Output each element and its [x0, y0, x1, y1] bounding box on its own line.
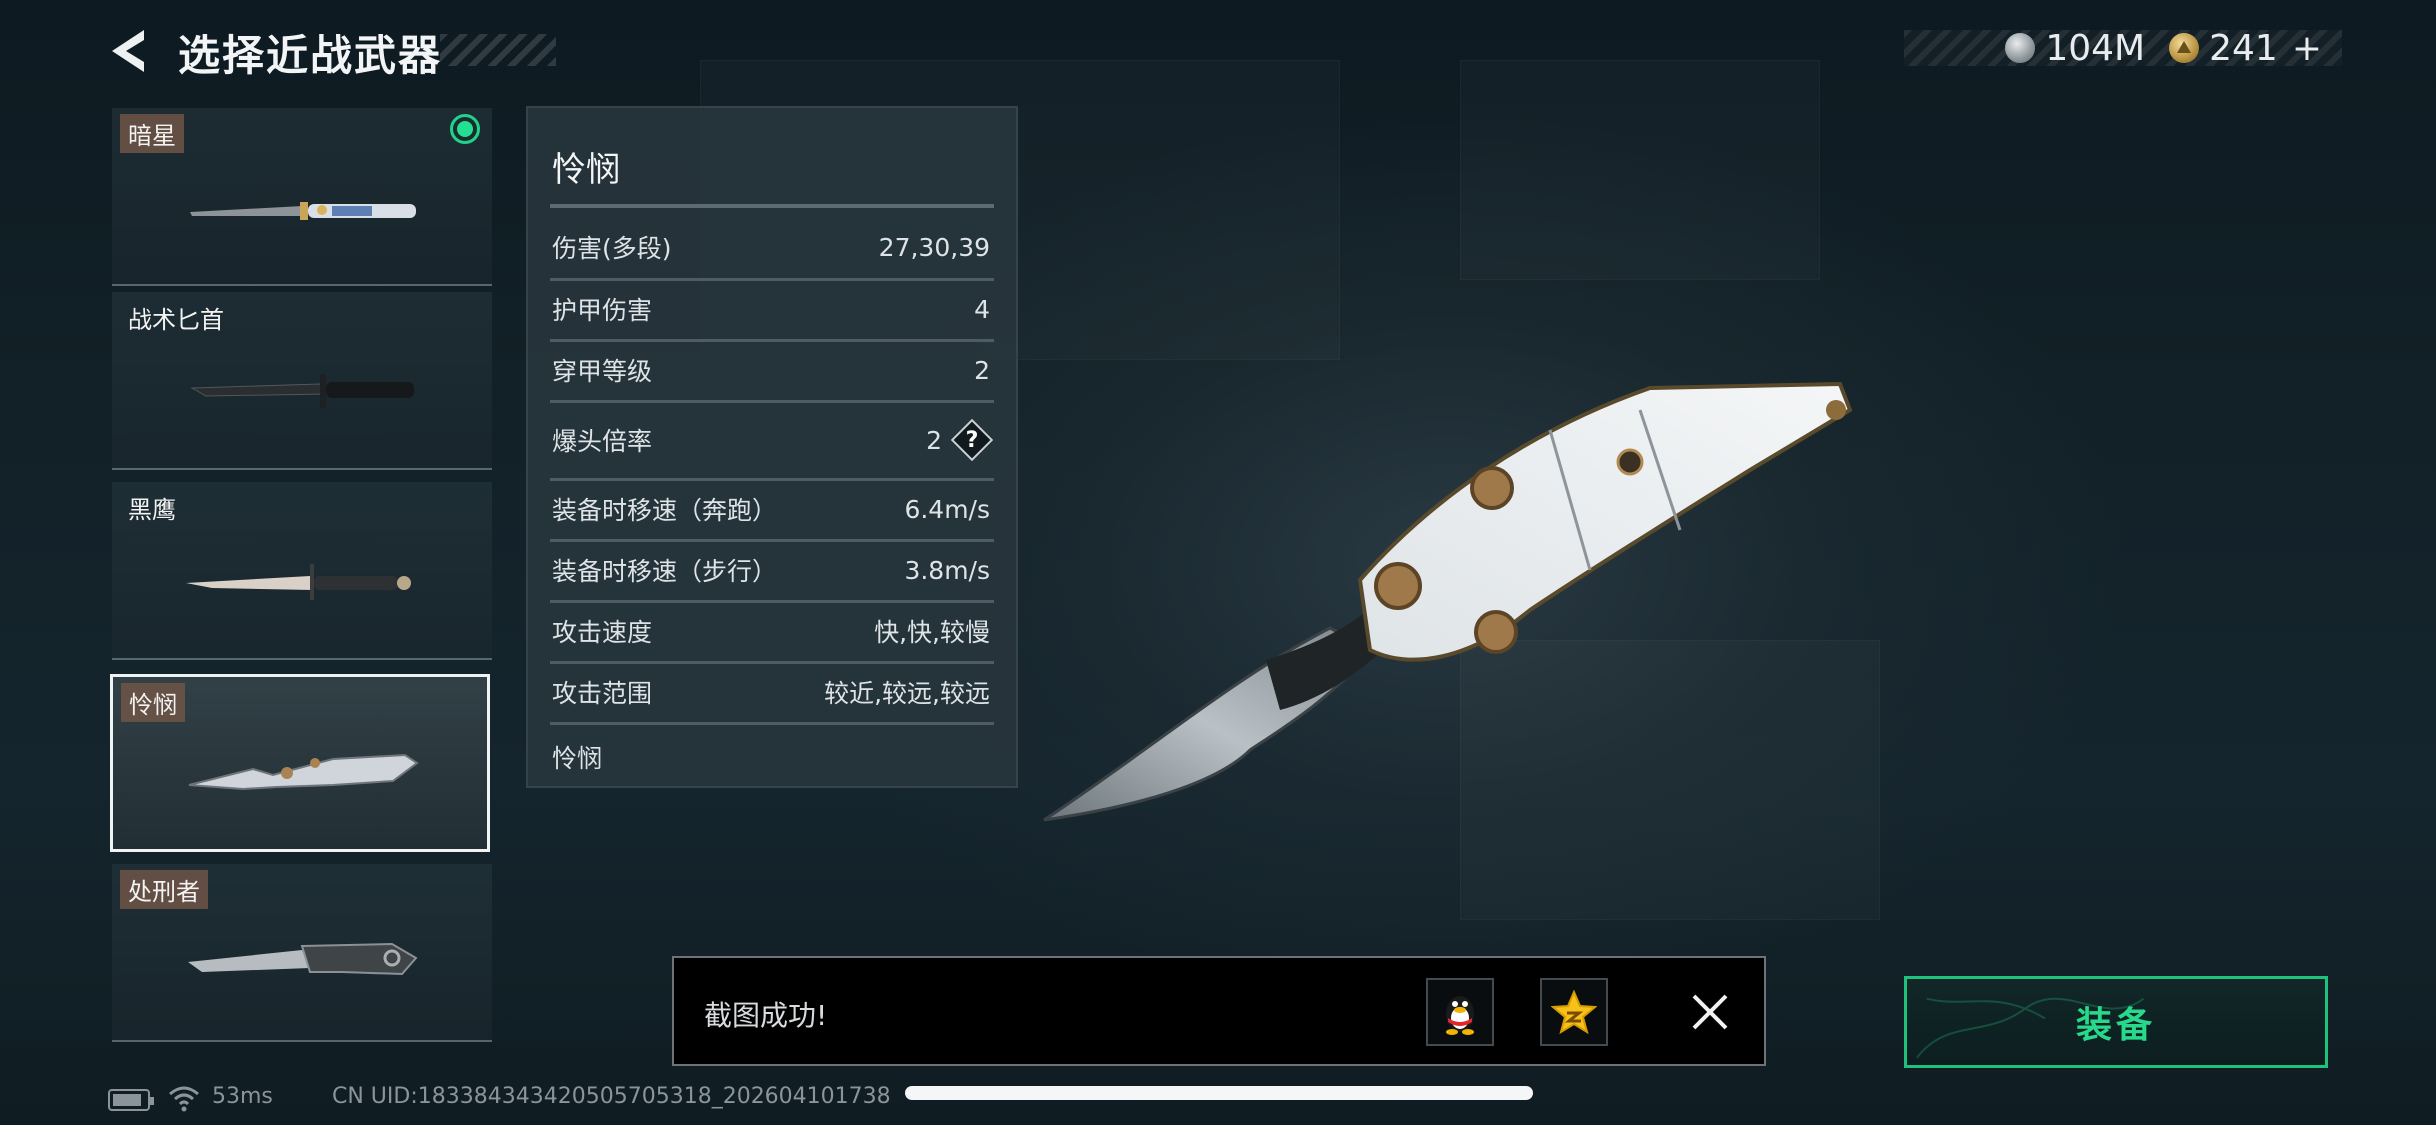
weapon-card-label: 怜悯: [121, 683, 185, 722]
background-panel: [1460, 60, 1820, 280]
weapon-card-tactical-dagger[interactable]: 战术匕首: [112, 292, 492, 470]
stat-row-walk-speed: 装备时移速（步行） 3.8m/s: [552, 549, 990, 591]
details-title: 怜悯: [552, 150, 620, 190]
back-button[interactable]: [108, 26, 152, 76]
divider: [550, 400, 994, 403]
weapon-card-anxing[interactable]: 暗星: [112, 108, 492, 286]
stat-row-damage: 伤害(多段) 27,30,39: [552, 226, 990, 268]
details-footer-text: 怜悯: [552, 744, 603, 773]
home-indicator[interactable]: [905, 1086, 1533, 1100]
stat-value: 2: [926, 425, 942, 455]
stat-value: 较近,较远,较远: [824, 679, 990, 708]
stat-label: 穿甲等级: [552, 357, 653, 386]
stat-label: 装备时移速（奔跑）: [552, 496, 778, 525]
divider: [550, 600, 994, 603]
stat-row-penetration: 穿甲等级 2: [552, 349, 990, 391]
stat-value: 27,30,39: [878, 232, 990, 262]
black-eagle-knife-icon: [186, 564, 411, 600]
stat-label: 攻击范围: [552, 679, 653, 708]
stat-value: 2: [974, 355, 990, 385]
details-footer: 怜悯: [552, 736, 990, 778]
stat-value: 快,快,较慢: [874, 618, 990, 647]
question-icon: ?: [965, 427, 979, 453]
qzone-star-icon: [1551, 989, 1597, 1035]
stat-label: 攻击速度: [552, 618, 653, 647]
share-qq-button[interactable]: [1426, 978, 1494, 1046]
weapon-card-mercy[interactable]: 怜悯: [110, 674, 490, 852]
stat-label: 护甲伤害: [552, 296, 653, 325]
stat-row-run-speed: 装备时移速（奔跑） 6.4m/s: [552, 488, 990, 530]
stat-value: 6.4m/s: [904, 494, 990, 524]
stat-row-attack-speed: 攻击速度 快,快,较慢: [552, 610, 990, 652]
stat-row-armor-damage: 护甲伤害 4: [552, 288, 990, 330]
weapon-card-label: 处刑者: [120, 870, 208, 909]
close-icon: [1692, 994, 1728, 1030]
weapon-card-label: 战术匕首: [128, 306, 224, 334]
gold-coin-icon: [2169, 33, 2200, 63]
equipped-indicator-icon: [450, 114, 480, 144]
divider: [550, 722, 994, 725]
user-uid: CN UID:183384343420505705318_20260410173…: [332, 1084, 891, 1109]
stat-row-attack-range: 攻击范围 较近,较远,较远: [552, 671, 990, 713]
stat-label: 装备时移速（步行）: [552, 557, 778, 586]
battery-icon: [108, 1089, 154, 1111]
weapon-card-label: 黑鹰: [128, 496, 176, 524]
divider: [550, 478, 994, 481]
wifi-icon: [169, 1086, 199, 1112]
weapon-card-black-eagle[interactable]: 黑鹰: [112, 482, 492, 660]
dagger-icon: [190, 202, 416, 220]
page-title: 选择近战武器: [178, 31, 443, 80]
qq-penguin-icon: [1446, 996, 1474, 1035]
toast-close-button[interactable]: [1684, 986, 1736, 1038]
divider: [550, 661, 994, 664]
stat-value: 4: [974, 294, 990, 324]
divider: [550, 204, 994, 208]
silver-coin-icon: [2005, 33, 2036, 63]
add-currency-button[interactable]: +: [2292, 28, 2322, 69]
weapon-card-executioner[interactable]: 处刑者: [112, 864, 492, 1042]
stat-label: 爆头倍率: [552, 427, 653, 456]
karambit-preview-icon: [1043, 381, 1853, 822]
gold-currency-value: 241: [2209, 27, 2278, 69]
executioner-knife-icon: [188, 942, 418, 976]
stat-value: 3.8m/s: [904, 555, 990, 585]
title-decoration: [440, 34, 556, 66]
back-arrow-icon: [112, 30, 144, 72]
divider: [550, 278, 994, 281]
currency-bar: 104M 241 +: [1904, 27, 2342, 69]
ping-value: 53ms: [212, 1084, 273, 1109]
equip-button-label: 装备: [2075, 1005, 2156, 1046]
divider: [550, 539, 994, 542]
karambit-icon: [188, 753, 419, 791]
weapon-card-label: 暗星: [120, 114, 184, 153]
screenshot-toast: 截图成功!: [672, 956, 1766, 1066]
share-qzone-button[interactable]: [1540, 978, 1608, 1046]
combat-knife-icon: [190, 374, 414, 408]
equip-button[interactable]: 装备: [1904, 976, 2328, 1068]
stat-row-headshot-multiplier: 爆头倍率 2 ?: [552, 410, 990, 470]
help-button[interactable]: ?: [954, 422, 990, 458]
toast-message: 截图成功!: [704, 999, 828, 1032]
divider: [550, 339, 994, 342]
silver-currency-value: 104M: [2045, 27, 2146, 69]
stat-label: 伤害(多段): [552, 234, 672, 263]
weapon-details-panel: 怜悯 伤害(多段) 27,30,39 护甲伤害 4 穿甲等级 2 爆头倍率 2 …: [526, 106, 1018, 788]
